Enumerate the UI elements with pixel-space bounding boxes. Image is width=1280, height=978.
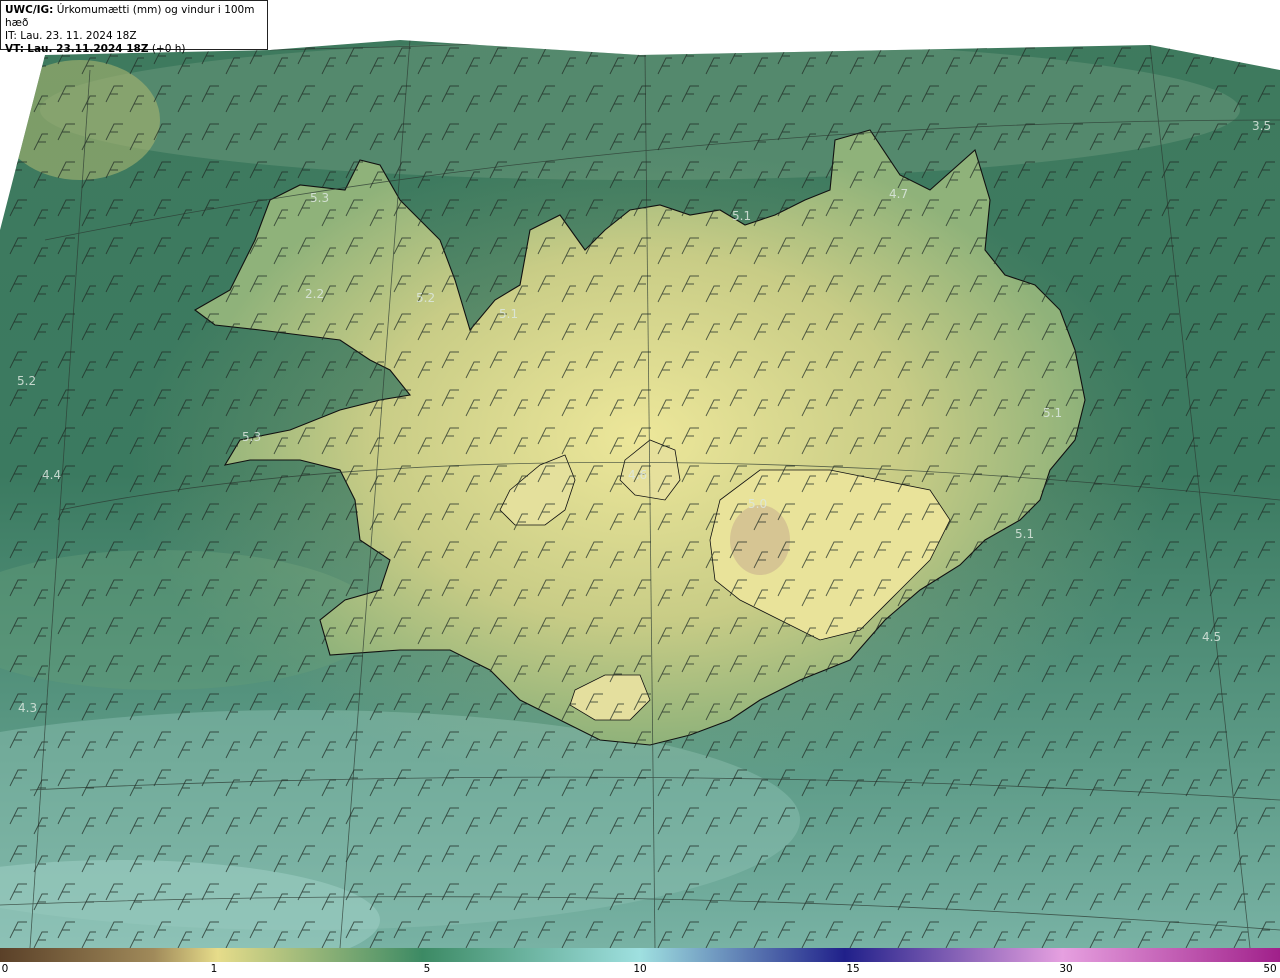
issue-time: IT: Lau. 23. 11. 2024 18Z — [5, 30, 137, 42]
value-label: 4.3 — [18, 701, 37, 715]
colorbar-tick: 1 — [210, 963, 218, 975]
colorbar — [0, 948, 1280, 962]
title-line: UWC/IG: Úrkomumætti (mm) og vindur i 100… — [5, 4, 263, 30]
colorbar-tick: 30 — [1059, 963, 1073, 975]
colorbar-tick: 50 — [1263, 963, 1277, 975]
value-label: 4.7 — [889, 187, 908, 201]
value-label: 5.1 — [1043, 406, 1062, 420]
value-label: 5.1 — [732, 209, 751, 223]
weather-map: 5.3 5.2 5.1 5.1 4.7 3.5 5.2 2.2 5.3 4.4 … — [0, 0, 1280, 948]
value-label: 5.3 — [242, 430, 261, 444]
model-name: UWC/IG: — [5, 4, 54, 16]
colorbar-tick: 10 — [633, 963, 647, 975]
value-label: 5.3 — [310, 191, 329, 205]
valid-offset: (+0 h) — [151, 43, 186, 55]
value-label: 2.2 — [305, 287, 324, 301]
colorbar-tick: 0 — [1, 963, 9, 975]
value-label: 3.5 — [1252, 119, 1271, 133]
colorbar-tick: 5 — [423, 963, 431, 975]
value-label: 4.5 — [1202, 630, 1221, 644]
value-label: 5.2 — [416, 291, 435, 305]
valid-time: Lau. 23.11.2024 18Z — [27, 43, 149, 55]
value-label: 4.4 — [42, 468, 61, 482]
value-label: 5.0 — [748, 497, 767, 511]
value-label: 5.1 — [1015, 527, 1034, 541]
value-label: 5.1 — [499, 307, 518, 321]
value-label: 5.2 — [17, 374, 36, 388]
value-label: 4.6 — [628, 468, 647, 482]
valid-line: VT: Lau. 23.11.2024 18Z (+0 h) — [5, 43, 263, 56]
colorbar-tick: 15 — [846, 963, 860, 975]
map-info-box: UWC/IG: Úrkomumætti (mm) og vindur i 100… — [0, 0, 268, 55]
valid-prefix: VT: — [5, 43, 24, 55]
